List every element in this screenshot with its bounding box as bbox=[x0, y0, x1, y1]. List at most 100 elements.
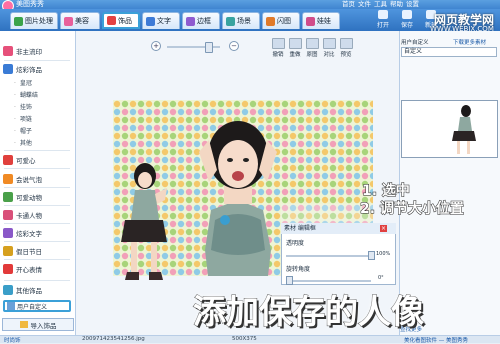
menu-settings[interactable]: 设置 bbox=[406, 0, 419, 9]
opacity-slider-track[interactable] bbox=[286, 255, 371, 257]
animal-icon bbox=[3, 191, 13, 202]
zoom-in-icon[interactable]: + bbox=[151, 41, 161, 51]
custom-material-thumbnail[interactable] bbox=[401, 100, 498, 158]
divider bbox=[4, 60, 70, 61]
sidebar-item-cartoon-character[interactable]: 卡通人物 bbox=[3, 208, 42, 221]
tab-doll[interactable]: 娃娃 bbox=[302, 12, 340, 29]
gift-icon bbox=[3, 245, 13, 256]
sidebar-subitem-hat[interactable]: 帽子 bbox=[14, 126, 32, 136]
person-figure bbox=[121, 163, 167, 280]
divider bbox=[4, 259, 70, 260]
zoom-out-icon[interactable]: − bbox=[229, 41, 239, 51]
preview-icon bbox=[339, 38, 353, 49]
rotate-label: 旋转角度 bbox=[286, 266, 311, 273]
sidebar-item-happy-face[interactable]: 开心表情 bbox=[3, 262, 42, 275]
sidebar-subitem-other[interactable]: 其他 bbox=[14, 138, 32, 148]
menu-home[interactable]: 首页 bbox=[342, 0, 355, 9]
divider bbox=[4, 187, 70, 188]
save-icon bbox=[402, 10, 412, 19]
folder-icon bbox=[19, 321, 28, 328]
sidebar-item-holiday[interactable]: 假日节日 bbox=[3, 244, 42, 257]
beauty-icon bbox=[64, 16, 73, 26]
tab-image-processing[interactable]: 图片处理 bbox=[10, 12, 58, 29]
compare-icon bbox=[322, 38, 336, 49]
sidebar-item-speech-bubble[interactable]: 会说气泡 bbox=[3, 172, 42, 185]
text-icon bbox=[146, 16, 155, 26]
status-right-label: 美化看图软件 — 美图秀秀 bbox=[404, 338, 468, 344]
opacity-slider-handle[interactable] bbox=[368, 251, 375, 260]
opacity-label: 透明度 bbox=[286, 240, 305, 247]
zoom-slider-handle[interactable] bbox=[205, 42, 213, 53]
category-icon bbox=[3, 63, 13, 74]
redo-button[interactable]: 重做 bbox=[287, 38, 303, 58]
user-icon bbox=[7, 302, 15, 310]
sticker-panel-title: 素材 编辑框 bbox=[281, 223, 396, 234]
category-icon bbox=[3, 45, 13, 56]
tab-scene[interactable]: 场景 bbox=[222, 12, 260, 29]
category-icon bbox=[3, 284, 13, 295]
tab-frame[interactable]: 边框 bbox=[182, 12, 220, 29]
added-person-sticker[interactable] bbox=[113, 160, 168, 285]
sidebar-subitem-bow[interactable]: 蝴蝶结 bbox=[14, 90, 38, 100]
sidebar-item-user-custom[interactable]: 用户自定义 bbox=[3, 300, 71, 312]
menu-help[interactable]: 帮助 bbox=[390, 0, 403, 9]
title-bar bbox=[0, 0, 500, 9]
preview-button[interactable]: 预览 bbox=[338, 38, 354, 58]
original-button[interactable]: 原图 bbox=[304, 38, 320, 58]
status-left-label: 时尚饰 bbox=[4, 338, 21, 344]
tab-flash[interactable]: 闪图 bbox=[262, 12, 300, 29]
open-button[interactable]: 打开 bbox=[372, 10, 394, 30]
instruction-step-2: 2. 调节大小位置 bbox=[360, 201, 465, 218]
text-icon bbox=[3, 227, 13, 238]
divider bbox=[4, 280, 70, 281]
divider bbox=[4, 205, 70, 206]
rotate-slider-track[interactable] bbox=[286, 280, 371, 282]
original-icon bbox=[305, 38, 319, 49]
sidebar-item-dazzle-text[interactable]: 炫彩文字 bbox=[3, 226, 42, 239]
tab-beauty[interactable]: 美容 bbox=[60, 12, 100, 29]
divider bbox=[4, 241, 70, 242]
sidebar-item-non-mainstream[interactable]: 非主流印 bbox=[3, 44, 42, 57]
category-select[interactable]: 自定义 bbox=[401, 47, 497, 57]
divider bbox=[4, 150, 70, 151]
compare-button[interactable]: 对比 bbox=[321, 38, 337, 58]
sidebar-item-cute-heart[interactable]: 可爱心 bbox=[3, 153, 36, 166]
tab-text[interactable]: 文字 bbox=[142, 12, 180, 29]
undo-icon bbox=[271, 38, 285, 49]
undo-button[interactable]: 撤销 bbox=[270, 38, 286, 58]
status-filename: 200971423541256.jpg bbox=[82, 336, 145, 342]
sidebar-item-cute-animal[interactable]: 可爱动物 bbox=[3, 190, 42, 203]
flash-icon bbox=[266, 16, 275, 26]
character-icon bbox=[3, 209, 13, 220]
tab-accessories[interactable]: 饰品 bbox=[102, 12, 140, 29]
caption-text: 添加保存的人像 bbox=[193, 292, 425, 332]
sidebar-subitem-crown[interactable]: 皇冠 bbox=[14, 78, 32, 88]
sidebar-item-dazzle[interactable]: 炫彩饰品 bbox=[3, 62, 42, 75]
menu-tools[interactable]: 工具 bbox=[374, 0, 387, 9]
save-button[interactable]: 保存 bbox=[396, 10, 418, 30]
rotate-value: 0° bbox=[378, 275, 384, 281]
divider bbox=[4, 223, 70, 224]
bubble-icon bbox=[3, 173, 13, 184]
divider bbox=[4, 168, 70, 169]
heart-icon bbox=[107, 16, 116, 25]
opacity-value: 100% bbox=[376, 251, 391, 257]
app-title: 美图秀秀 bbox=[16, 0, 44, 8]
sidebar-item-other-accessories[interactable]: 其他饰品 bbox=[3, 283, 42, 296]
download-more-link[interactable]: 下载更多素材 bbox=[453, 38, 486, 46]
sidebar-subitem-pendant[interactable]: 挂饰 bbox=[14, 102, 32, 112]
image-icon bbox=[14, 16, 23, 26]
instruction-step-1: 1. 选中 bbox=[362, 183, 411, 200]
rotate-slider-handle[interactable] bbox=[286, 276, 293, 285]
smiley-icon bbox=[3, 263, 13, 274]
tab-user-custom[interactable]: 用户自定义 bbox=[401, 38, 429, 46]
sidebar-subitem-necklace[interactable]: 项链 bbox=[14, 114, 32, 124]
scene-icon bbox=[226, 16, 235, 26]
frame-icon bbox=[186, 16, 195, 26]
close-icon[interactable]: × bbox=[380, 225, 387, 232]
folder-icon bbox=[378, 10, 388, 19]
heart-icon bbox=[3, 154, 13, 165]
import-accessory-button[interactable]: 导入饰品 bbox=[2, 318, 74, 331]
doll-icon bbox=[306, 16, 315, 26]
menu-file[interactable]: 文件 bbox=[358, 0, 371, 9]
